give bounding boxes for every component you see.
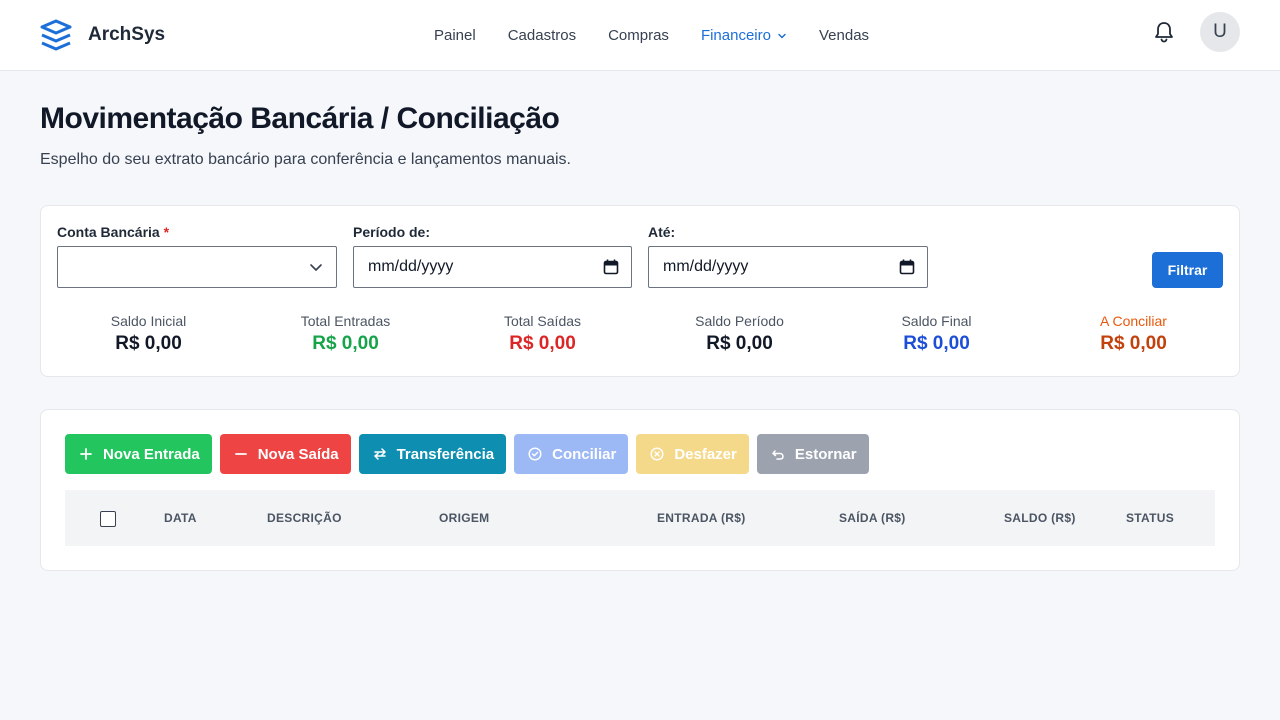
stat-value: R$ 0,00 <box>706 333 773 354</box>
column-header-saldo[interactable]: SALDO (R$) <box>1004 511 1076 525</box>
button-label: Desfazer <box>674 445 737 463</box>
stat-value: R$ 0,00 <box>1100 333 1167 354</box>
main-nav: Painel Cadastros Compras Financeiro Vend… <box>418 0 885 71</box>
transactions-card: Nova Entrada Nova Saída Transferência Co… <box>40 409 1240 571</box>
estornar-button[interactable]: Estornar <box>756 434 869 474</box>
bell-icon[interactable] <box>1153 20 1175 44</box>
chevron-down-icon <box>778 33 786 38</box>
stat-value: R$ 0,00 <box>903 333 970 354</box>
user-avatar[interactable]: U <box>1200 12 1240 52</box>
check-circle-icon <box>528 447 542 461</box>
transferencia-button[interactable]: Transferência <box>358 434 507 474</box>
select-all-checkbox[interactable] <box>100 511 116 527</box>
nova-saida-button[interactable]: Nova Saída <box>219 434 351 474</box>
stat-total-entradas: Total Entradas R$ 0,00 <box>247 313 444 355</box>
nav-item-vendas[interactable]: Vendas <box>803 0 885 71</box>
stat-label: Saldo Inicial <box>110 313 187 329</box>
page-title: Movimentação Bancária / Conciliação <box>40 102 560 135</box>
button-label: Estornar <box>794 445 857 463</box>
nav-label: Cadastros <box>507 27 577 44</box>
column-header-saida[interactable]: SAÍDA (R$) <box>839 511 906 525</box>
nav-item-cadastros[interactable]: Cadastros <box>492 0 592 71</box>
page-subtitle: Espelho do seu extrato bancário para con… <box>40 151 571 168</box>
table-header: DATA DESCRIÇÃO ORIGEM ENTRADA (R$) SAÍDA… <box>65 490 1215 546</box>
from-date-value: mm/dd/yyyy <box>368 258 454 275</box>
to-date-label: Até: <box>648 224 676 240</box>
required-mark: * <box>163 224 170 240</box>
stat-saldo-inicial: Saldo Inicial R$ 0,00 <box>50 313 247 355</box>
chevron-down-icon <box>310 264 322 271</box>
logo-icon <box>40 19 72 51</box>
button-label: Nova Entrada <box>103 445 200 463</box>
to-date-value: mm/dd/yyyy <box>663 258 749 275</box>
column-header-data[interactable]: DATA <box>164 511 197 525</box>
column-header-status[interactable]: STATUS <box>1126 511 1174 525</box>
stat-label: Total Saídas <box>503 313 582 329</box>
column-header-descricao[interactable]: DESCRIÇÃO <box>267 511 342 525</box>
app-name: ArchSys <box>88 24 166 45</box>
account-select[interactable] <box>57 246 337 288</box>
calendar-icon[interactable] <box>899 259 915 275</box>
account-label-text: Conta Bancária <box>57 224 160 240</box>
nav-label: Financeiro <box>700 27 771 44</box>
button-label: Nova Saída <box>257 445 339 463</box>
nav-label: Vendas <box>818 27 870 44</box>
column-header-entrada[interactable]: ENTRADA (R$) <box>657 511 746 525</box>
filter-card: Conta Bancária * Período de: mm/dd/yyyy … <box>40 205 1240 377</box>
stat-total-saidas: Total Saídas R$ 0,00 <box>444 313 641 355</box>
nav-item-financeiro[interactable]: Financeiro <box>685 0 803 71</box>
filter-button[interactable]: Filtrar <box>1152 252 1223 288</box>
to-date-input[interactable]: mm/dd/yyyy <box>648 246 928 288</box>
account-label: Conta Bancária * <box>57 224 169 240</box>
stat-saldo-periodo: Saldo Período R$ 0,00 <box>641 313 838 355</box>
undo-icon <box>772 450 784 460</box>
stat-value: R$ 0,00 <box>312 333 379 354</box>
action-toolbar: Nova Entrada Nova Saída Transferência Co… <box>65 434 877 474</box>
minus-icon <box>234 453 247 455</box>
stat-value: R$ 0,00 <box>509 333 576 354</box>
top-navbar: ArchSys Painel Cadastros Compras Finance… <box>0 0 1280 71</box>
x-circle-icon <box>650 447 664 461</box>
stat-label: Total Entradas <box>300 313 391 329</box>
calendar-icon[interactable] <box>603 259 619 275</box>
nav-item-compras[interactable]: Compras <box>592 0 685 71</box>
conciliar-button[interactable]: Conciliar <box>514 434 629 474</box>
stat-value: R$ 0,00 <box>115 333 182 354</box>
button-label: Conciliar <box>552 445 617 463</box>
transfer-icon <box>373 448 386 460</box>
nav-label: Painel <box>434 27 476 44</box>
button-label: Transferência <box>396 445 495 463</box>
nav-label: Compras <box>608 27 669 44</box>
brand[interactable]: ArchSys <box>40 19 165 51</box>
stat-a-conciliar: A Conciliar R$ 0,00 <box>1035 313 1232 355</box>
stat-saldo-final: Saldo Final R$ 0,00 <box>838 313 1035 355</box>
desfazer-button[interactable]: Desfazer <box>636 434 749 474</box>
from-date-label: Período de: <box>353 224 431 240</box>
stat-label: A Conciliar <box>1100 313 1167 329</box>
nova-entrada-button[interactable]: Nova Entrada <box>65 434 212 474</box>
nav-item-painel[interactable]: Painel <box>418 0 492 71</box>
stat-label: Saldo Período <box>695 313 784 329</box>
from-date-input[interactable]: mm/dd/yyyy <box>353 246 632 288</box>
plus-icon <box>80 448 92 460</box>
column-header-origem[interactable]: ORIGEM <box>439 511 489 525</box>
stat-label: Saldo Final <box>901 313 972 329</box>
